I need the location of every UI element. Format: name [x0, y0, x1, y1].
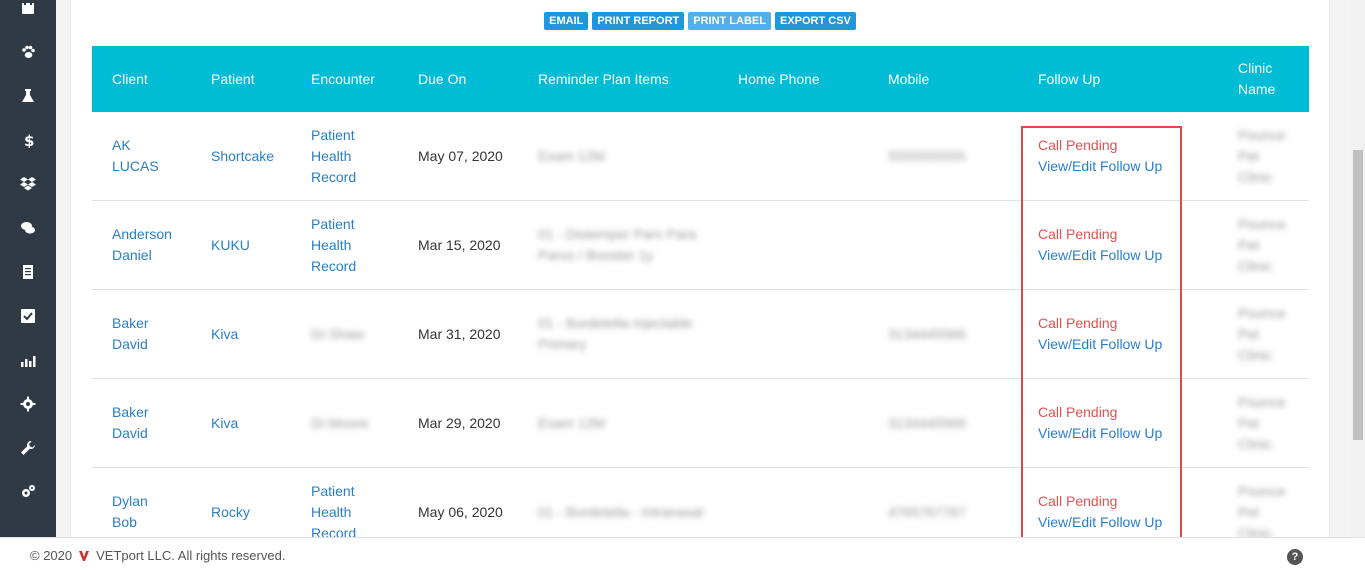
mobile-phone: 5555555555 — [888, 147, 966, 164]
column-header-encounter[interactable]: Encounter — [311, 46, 375, 112]
follow-up-cell: Call Pending View/Edit Follow Up — [1038, 379, 1162, 467]
svg-text:$: $ — [24, 132, 34, 148]
chat-icon[interactable] — [0, 206, 56, 250]
call-pending-status: Call Pending — [1038, 404, 1118, 420]
reminder-items: Exam 12M — [538, 147, 605, 164]
copyright-text: © 2020 — [30, 548, 73, 563]
export-csv-button[interactable]: EXPORT CSV — [774, 12, 856, 30]
due-date: Mar 15, 2020 — [418, 236, 501, 253]
mobile-phone: 4765767767 — [888, 503, 966, 520]
due-date: May 07, 2020 — [418, 147, 503, 164]
due-date: May 06, 2020 — [418, 503, 503, 520]
follow-up-cell: Call Pending View/Edit Follow Up — [1038, 201, 1162, 289]
dollar-icon[interactable]: $ — [0, 118, 56, 162]
mobile-phone: 3134445566 — [888, 414, 966, 431]
client-link[interactable]: AK LUCAS — [112, 112, 172, 200]
table-row: Anderson Daniel KUKU Patient Health Reco… — [92, 201, 1309, 290]
column-header-patient[interactable]: Patient — [211, 46, 255, 112]
print-label-button[interactable]: PRINT LABEL — [688, 12, 771, 30]
table-header: Client Patient Encounter Due On Reminder… — [92, 46, 1309, 112]
column-header-mobile[interactable]: Mobile — [888, 46, 929, 112]
gear-icon[interactable] — [0, 382, 56, 426]
clinic-name: Pounce Pet Clinic — [1238, 482, 1286, 538]
view-edit-follow-up-link[interactable]: View/Edit Follow Up — [1038, 245, 1162, 266]
call-pending-status: Call Pending — [1038, 137, 1118, 153]
column-header-due-on[interactable]: Due On — [418, 46, 466, 112]
reminder-items: 01 - Distemper Parv Para Parvo / Booster… — [538, 226, 696, 263]
table-row: Dylan Bob Rocky Patient Health Record Ma… — [92, 468, 1309, 538]
encounter-link[interactable]: Dr.Moore — [311, 379, 373, 467]
patient-link[interactable]: Kiva — [211, 290, 238, 378]
table-row: Baker David Kiva Dr.Moore Mar 29, 2020 E… — [92, 379, 1309, 468]
action-toolbar: EMAIL PRINT REPORT PRINT LABEL EXPORT CS… — [71, 12, 1329, 30]
company-text: VETport LLC. All rights reserved. — [96, 548, 286, 563]
follow-up-cell: Call Pending View/Edit Follow Up — [1038, 290, 1162, 378]
wrench-icon[interactable] — [0, 426, 56, 470]
follow-up-cell: Call Pending View/Edit Follow Up — [1038, 468, 1162, 537]
reminder-items: 01 - Bordetella - Intranasal — [538, 503, 703, 520]
dropbox-icon[interactable] — [0, 162, 56, 206]
email-button[interactable]: EMAIL — [544, 12, 589, 30]
client-link[interactable]: Baker David — [112, 290, 172, 378]
help-icon[interactable]: ? — [1287, 549, 1303, 565]
calendar-icon[interactable] — [0, 0, 56, 30]
table-row: AK LUCAS Shortcake Patient Health Record… — [92, 112, 1309, 201]
patient-link[interactable]: KUKU — [211, 201, 250, 289]
column-header-reminder-plan-items[interactable]: Reminder Plan Items — [538, 46, 669, 112]
gears-icon[interactable] — [0, 470, 56, 514]
encounter-link[interactable]: Patient Health Record — [311, 468, 373, 538]
patient-link[interactable]: Kiva — [211, 379, 238, 467]
scrollbar[interactable] — [1351, 0, 1365, 537]
call-pending-status: Call Pending — [1038, 226, 1118, 242]
chart-icon[interactable] — [0, 338, 56, 382]
sidebar: $ — [0, 0, 56, 537]
client-link[interactable]: Dylan Bob — [112, 468, 172, 537]
call-pending-status: Call Pending — [1038, 315, 1118, 331]
reminder-table: Client Patient Encounter Due On Reminder… — [92, 46, 1309, 537]
scrollbar-thumb[interactable] — [1353, 150, 1363, 440]
footer: © 2020 VETport LLC. All rights reserved.… — [0, 537, 1365, 570]
content-panel: EMAIL PRINT REPORT PRINT LABEL EXPORT CS… — [70, 0, 1330, 537]
view-edit-follow-up-link[interactable]: View/Edit Follow Up — [1038, 334, 1162, 355]
client-link[interactable]: Anderson Daniel — [112, 201, 172, 289]
patient-link[interactable]: Shortcake — [211, 112, 274, 200]
view-edit-follow-up-link[interactable]: View/Edit Follow Up — [1038, 156, 1162, 177]
follow-up-cell: Call Pending View/Edit Follow Up — [1038, 112, 1162, 200]
due-date: Mar 31, 2020 — [418, 325, 501, 342]
client-link[interactable]: Baker David — [112, 379, 172, 467]
patient-link[interactable]: Rocky — [211, 468, 250, 537]
document-icon[interactable] — [0, 250, 56, 294]
column-header-clinic-name[interactable]: Clinic Name — [1238, 46, 1288, 112]
encounter-link[interactable]: Patient Health Record — [311, 112, 373, 200]
reminder-items: 01 - Bordetella Injectable Primary — [538, 315, 693, 352]
clinic-name: Pounce Pet Clinic — [1238, 126, 1286, 185]
clinic-name: Pounce Pet Clinic — [1238, 393, 1286, 452]
clinic-name: Pounce Pet Clinic — [1238, 215, 1286, 274]
flask-icon[interactable] — [0, 74, 56, 118]
clinic-name: Pounce Pet Clinic — [1238, 304, 1286, 363]
mobile-phone: 3134445566 — [888, 325, 966, 342]
print-report-button[interactable]: PRINT REPORT — [592, 12, 685, 30]
due-date: Mar 29, 2020 — [418, 414, 501, 431]
vetport-logo-icon — [79, 550, 90, 561]
reminder-items: Exam 12M — [538, 414, 605, 431]
table-row: Baker David Kiva Dr.Shaw Mar 31, 2020 01… — [92, 290, 1309, 379]
column-header-home-phone[interactable]: Home Phone — [738, 46, 820, 112]
encounter-link[interactable]: Patient Health Record — [311, 201, 373, 289]
paw-icon[interactable] — [0, 30, 56, 74]
view-edit-follow-up-link[interactable]: View/Edit Follow Up — [1038, 512, 1162, 533]
column-header-client[interactable]: Client — [112, 46, 148, 112]
view-edit-follow-up-link[interactable]: View/Edit Follow Up — [1038, 423, 1162, 444]
column-header-follow-up[interactable]: Follow Up — [1038, 46, 1100, 112]
call-pending-status: Call Pending — [1038, 493, 1118, 509]
encounter-link[interactable]: Dr.Shaw — [311, 290, 373, 378]
checklist-icon[interactable] — [0, 294, 56, 338]
